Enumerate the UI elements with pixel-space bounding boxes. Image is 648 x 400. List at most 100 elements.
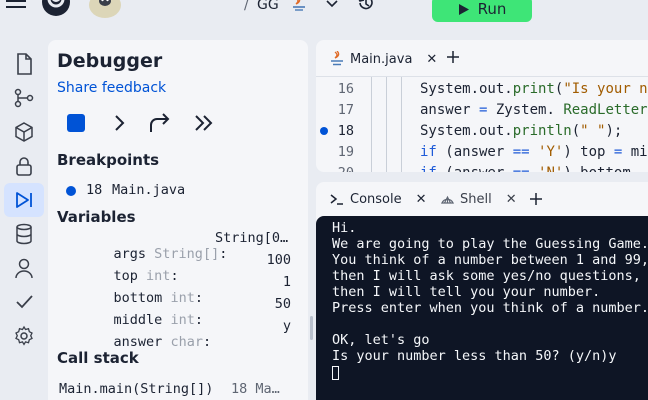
check-icon: [16, 295, 33, 309]
rail-debugger[interactable]: [4, 183, 44, 217]
variable-row[interactable]: bottom int: 1: [81, 274, 291, 306]
code-line: if (answer == 'N') bottom: [420, 165, 631, 172]
rail-packages[interactable]: [4, 115, 44, 149]
rail-database[interactable]: [4, 217, 44, 251]
variable-row[interactable]: middle int: 50: [81, 296, 291, 328]
terminal-icon: [330, 194, 343, 205]
continue-button[interactable]: [193, 112, 215, 134]
play-icon: [458, 3, 469, 15]
terminal-output[interactable]: Hi. We are going to play the Guessing Ga…: [316, 216, 648, 400]
callstack-location: 18 Ma…: [231, 381, 280, 397]
gear-icon: [15, 325, 33, 346]
callstack-method: Main.main(String[]): [59, 381, 214, 397]
stop-button[interactable]: [67, 114, 85, 132]
line-number: 19: [337, 144, 354, 160]
debugger-title: Debugger: [57, 50, 163, 72]
terminal-line: Hi.: [332, 220, 357, 236]
add-tab-icon[interactable]: [528, 191, 544, 207]
terminal-cursor: [332, 366, 339, 380]
terminal-line: Is your number less than 50? (y/n)y: [332, 348, 617, 364]
add-tab-icon[interactable]: [445, 49, 461, 65]
tab-console[interactable]: Console ✕: [330, 189, 427, 209]
close-icon[interactable]: ✕: [426, 52, 437, 67]
database-icon: [16, 223, 32, 245]
code-line: answer = Zystem. ReadLetter: [420, 102, 648, 118]
tab-shell[interactable]: Shell ✕: [440, 189, 517, 209]
console-panel: Console ✕ Shell ✕ Hi. We are going to pl…: [316, 182, 648, 400]
tab-label: Shell: [460, 191, 492, 207]
share-feedback-link[interactable]: Share feedback: [57, 80, 166, 96]
breakpoint-item[interactable]: 18 Main.java: [66, 182, 296, 200]
code-area[interactable]: 16 17 18 19 20 System.out.print("Is your…: [316, 77, 648, 172]
left-rail: [0, 40, 48, 400]
git-icon: [14, 88, 34, 108]
variable-type: char: [170, 334, 203, 350]
packages-icon: [15, 122, 33, 142]
line-number: 17: [337, 102, 354, 118]
code-line: if (answer == 'Y') top = mi: [420, 144, 648, 160]
breakpoint-file: Main.java: [112, 182, 186, 198]
breakpoint-line: 18: [86, 182, 103, 198]
callstack-title: Call stack: [57, 349, 139, 367]
console-tab-bar: Console ✕ Shell ✕: [316, 182, 648, 216]
files-icon: [17, 53, 32, 75]
variable-row[interactable]: args String[]: String[0…: [81, 230, 291, 262]
tab-main-java[interactable]: Main.java ✕: [330, 49, 437, 69]
rail-check[interactable]: [4, 285, 44, 319]
step-over-icon: [150, 113, 170, 132]
editor-tab-bar: Main.java ✕: [316, 40, 648, 77]
replit-logo-icon[interactable]: [40, 0, 72, 18]
panel-resize-handle[interactable]: [310, 316, 313, 340]
variables-title: Variables: [57, 208, 136, 226]
variable-value: 1: [282, 274, 291, 290]
repl-avatar[interactable]: [89, 0, 121, 18]
terminal-line: We are going to play the Guessing Game.: [332, 236, 648, 252]
variable-row[interactable]: top int: 100: [81, 252, 291, 284]
history-icon[interactable]: [356, 0, 376, 12]
indent-guide: [371, 77, 372, 172]
rail-user[interactable]: [4, 251, 44, 285]
run-button[interactable]: Run: [432, 0, 532, 22]
debugger-icon: [16, 192, 32, 208]
variable-row[interactable]: answer char: y: [81, 318, 291, 350]
rail-settings[interactable]: [4, 319, 44, 353]
variable-value: String[0…: [215, 230, 289, 246]
close-icon[interactable]: ✕: [416, 192, 427, 207]
terminal-line: then I will ask some yes/no questions,: [332, 268, 641, 284]
repl-name[interactable]: GG: [257, 0, 279, 13]
variable-value: 50: [274, 296, 291, 312]
run-label: Run: [477, 0, 507, 18]
chevron-right-icon: [115, 115, 125, 131]
terminal-line: You think of a number between 1 and 99,: [332, 252, 648, 268]
step-over-button[interactable]: [148, 112, 172, 134]
step-into-button[interactable]: [110, 112, 130, 134]
line-number: 18: [337, 123, 354, 139]
lock-icon: [16, 157, 32, 176]
indent-guide: [386, 77, 387, 172]
chevron-down-icon[interactable]: [324, 0, 340, 10]
variable-value: 100: [266, 252, 291, 268]
editor-panel: Main.java ✕ 16 17 18 19 20 System.out.pr…: [316, 40, 648, 172]
terminal-line: OK, let's go: [332, 332, 430, 348]
code-line: System.out.println(" ");: [420, 123, 623, 139]
shell-icon: [441, 195, 454, 204]
terminal-line: Press enter when you think of a number.: [332, 300, 648, 316]
debugger-panel: Debugger Share feedback Breakpoints 18 M…: [48, 40, 308, 400]
close-icon[interactable]: ✕: [506, 192, 517, 207]
menu-icon[interactable]: [6, 0, 26, 11]
variable-name: answer: [113, 334, 163, 350]
rail-git[interactable]: [4, 81, 44, 115]
code-line: System.out.print("Is your n: [420, 81, 648, 97]
tab-label: Console: [350, 191, 402, 207]
java-icon: [331, 51, 343, 66]
top-bar: / GG Run: [0, 0, 648, 32]
rail-secrets[interactable]: [4, 149, 44, 183]
variable-value: y: [282, 318, 291, 334]
callstack-frame[interactable]: Main.main(String[]) 18 Ma…: [59, 381, 299, 399]
user-icon: [15, 258, 33, 279]
line-number: 16: [337, 81, 354, 97]
breakpoints-title: Breakpoints: [57, 151, 160, 169]
rail-files[interactable]: [4, 47, 44, 81]
breakpoint-dot-icon: [66, 186, 76, 196]
tab-label: Main.java: [350, 51, 413, 67]
